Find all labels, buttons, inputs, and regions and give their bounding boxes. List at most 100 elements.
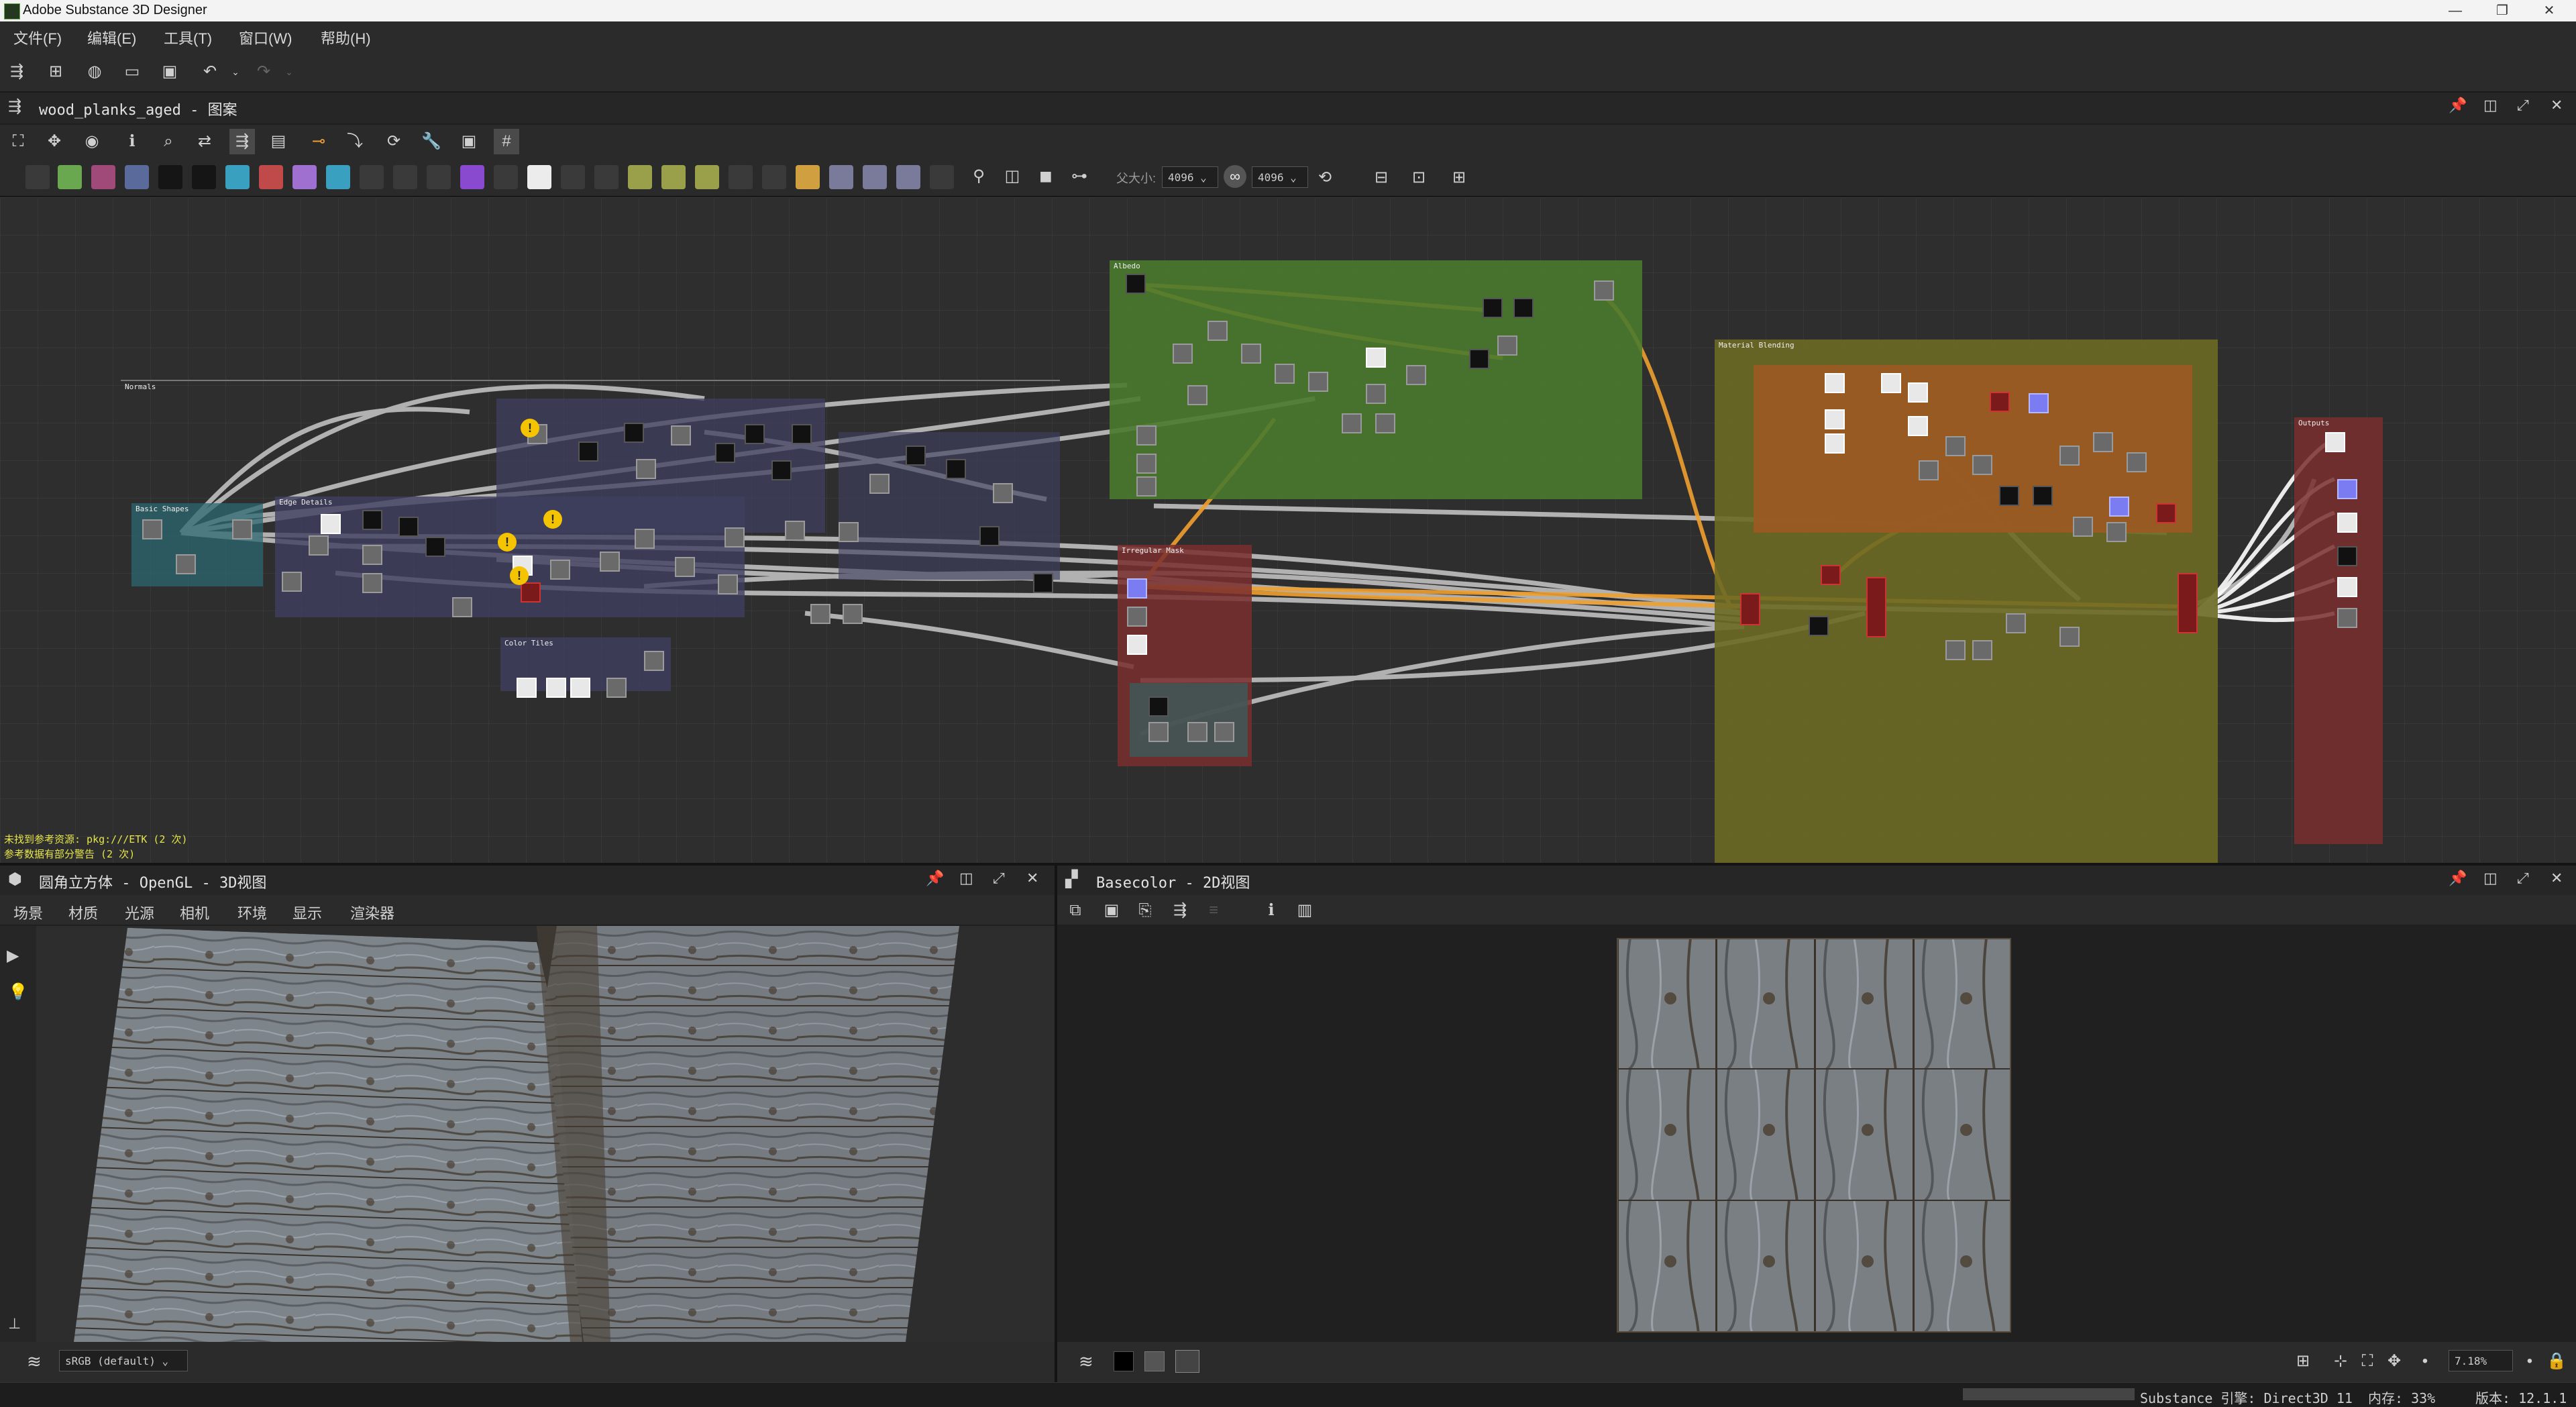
node-levels-icon[interactable] [158, 165, 182, 189]
grid-snap-icon[interactable]: # [494, 129, 519, 154]
node-frame-icon[interactable] [930, 165, 954, 189]
info-icon[interactable]: ℹ [119, 129, 145, 154]
undo-icon[interactable]: ↶ [197, 59, 223, 85]
close-panel-icon[interactable]: ✕ [1026, 870, 1038, 887]
node-color-icon[interactable] [460, 165, 484, 189]
branch-icon[interactable]: ⤵ [342, 129, 368, 154]
graph-node[interactable] [521, 582, 541, 603]
graph-node[interactable] [1366, 348, 1386, 368]
graph-node[interactable] [771, 460, 792, 480]
close-button[interactable]: ✕ [2529, 0, 2569, 21]
pin-icon[interactable]: 📌 [2449, 97, 2467, 114]
graph-node[interactable] [946, 459, 966, 479]
graph-node[interactable] [309, 535, 329, 556]
node-fill-icon[interactable] [259, 165, 283, 189]
graph-node[interactable] [1126, 274, 1146, 294]
undo-dropdown-icon[interactable]: ⌄ [223, 59, 248, 85]
menu-scene[interactable]: 场景 [13, 902, 43, 923]
graph-node[interactable] [1825, 409, 1845, 429]
menu-file[interactable]: 文件(F) [13, 27, 62, 48]
search-icon[interactable]: ⌕ [156, 129, 181, 154]
float-panel-icon[interactable]: ◫ [959, 870, 973, 887]
node-sharpen-icon[interactable] [796, 165, 820, 189]
graph-node[interactable] [425, 537, 445, 557]
align-nodes-icon[interactable]: ⊟ [1368, 165, 1394, 191]
pivot-icon[interactable]: ⊹ [2328, 1349, 2353, 1374]
pin-icon[interactable]: 📌 [2449, 870, 2467, 887]
graph-node[interactable] [1136, 454, 1157, 474]
tiling-icon[interactable]: ⊞ [2290, 1349, 2316, 1374]
graph-node[interactable] [993, 483, 1013, 503]
graph-node[interactable] [839, 522, 859, 542]
axis-icon[interactable]: ⊥ [8, 1315, 21, 1333]
graph-node[interactable] [1342, 413, 1362, 433]
channel-select-icon[interactable]: ≡ [1201, 898, 1226, 923]
graph-node[interactable] [2127, 452, 2147, 472]
link-size-icon[interactable]: ∞ [1224, 165, 1246, 188]
graph-node[interactable] [2073, 517, 2093, 537]
dot-node-icon[interactable]: ⊶ [1067, 164, 1092, 189]
frame-all-icon[interactable]: ⛶ [5, 129, 31, 154]
graph-node[interactable] [2033, 486, 2053, 506]
viewport-2d[interactable] [1057, 926, 2576, 1342]
snap-grid-icon[interactable]: ⊞ [1446, 165, 1472, 191]
output-width-select[interactable]: 4096 ⌄ [1162, 166, 1218, 188]
graph-node[interactable] [2106, 522, 2127, 542]
graph-node[interactable] [362, 573, 382, 593]
frame-basic-shapes[interactable]: Basic Shapes [131, 503, 263, 586]
menu-edit[interactable]: 编辑(E) [87, 27, 136, 48]
reset-size-icon[interactable]: ⟲ [1312, 165, 1338, 191]
graph-node[interactable] [2337, 546, 2357, 566]
maximize-panel-icon[interactable]: ⤢ [2517, 97, 2529, 114]
graph-node[interactable] [1999, 486, 2019, 506]
graph-node[interactable] [452, 597, 472, 617]
graph-node[interactable] [517, 678, 537, 698]
light-icon[interactable]: 💡 [8, 982, 28, 1002]
graph-view-icon[interactable]: ◫ [1000, 164, 1025, 189]
graph-node[interactable] [1187, 722, 1208, 742]
graph-node[interactable] [2156, 503, 2176, 523]
graph-node[interactable] [2029, 393, 2049, 413]
node-slope-icon[interactable] [695, 165, 719, 189]
node-drop-icon[interactable] [393, 165, 417, 189]
graph-node[interactable] [869, 474, 890, 494]
graph-node[interactable] [745, 424, 765, 444]
graph-node[interactable] [1366, 384, 1386, 404]
bake-icon[interactable]: ▣ [456, 129, 482, 154]
redo-dropdown-icon[interactable]: ⌄ [276, 59, 302, 85]
graph-node[interactable] [1308, 372, 1328, 392]
node-pixel-icon[interactable] [863, 165, 887, 189]
graph-link-icon[interactable]: ⇶ [1167, 898, 1193, 923]
viewport-3d[interactable]: ▶ 💡 ⊥ [0, 926, 1055, 1342]
node-bitmap-icon[interactable] [125, 165, 149, 189]
background-image-button[interactable] [1175, 1350, 1199, 1373]
menu-camera[interactable]: 相机 [180, 902, 209, 923]
node-text-icon[interactable] [292, 165, 317, 189]
zoom-field[interactable]: 7.18% [2449, 1350, 2513, 1371]
graph-node[interactable] [843, 604, 863, 624]
restore-button[interactable]: ❐ [2482, 0, 2522, 21]
menu-lights[interactable]: 光源 [125, 902, 154, 923]
graph-node[interactable] [1821, 565, 1841, 585]
zoom-reset-icon[interactable]: • [2517, 1349, 2542, 1374]
refresh-icon[interactable]: ⟳ [381, 129, 407, 154]
graph-node[interactable] [1881, 373, 1901, 393]
align-icon[interactable]: ▤ [266, 129, 291, 154]
graph-node[interactable] [546, 678, 566, 698]
graph-node[interactable] [1972, 640, 1992, 660]
pan-icon[interactable]: ✥ [42, 129, 67, 154]
graph-node[interactable] [142, 519, 162, 539]
warning-icon[interactable]: ! [521, 419, 539, 437]
node-uniform-icon[interactable] [58, 165, 82, 189]
paste-icon[interactable]: ⎘ [1132, 898, 1158, 923]
node-value-icon[interactable] [628, 165, 652, 189]
warning-icon[interactable]: ! [510, 566, 529, 585]
graph-canvas[interactable]: Normals Basic Shapes Edge Details Color … [0, 197, 2576, 863]
graph-node[interactable] [1275, 364, 1295, 384]
node-curve-icon[interactable] [91, 165, 115, 189]
node-histogram-icon[interactable] [661, 165, 686, 189]
graph-node[interactable] [636, 459, 656, 479]
graph-node[interactable] [2178, 573, 2198, 633]
graph-node[interactable] [1406, 365, 1426, 385]
graph-node[interactable] [2337, 608, 2357, 628]
